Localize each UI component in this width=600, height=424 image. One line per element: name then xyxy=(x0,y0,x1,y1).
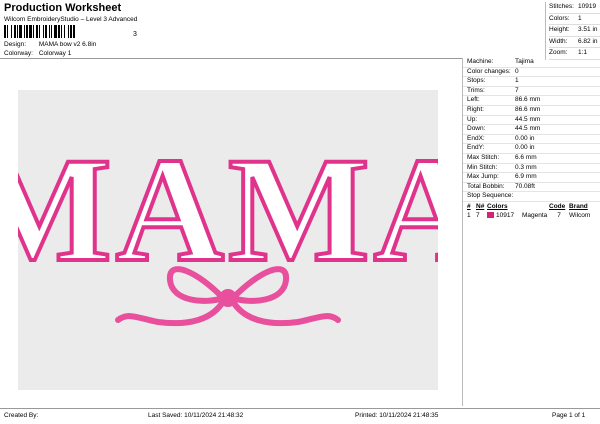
footer-created: Created By: xyxy=(4,412,39,419)
stat-value: 3.51 in xyxy=(578,26,598,33)
machine-value: 6.6 mm xyxy=(515,153,537,161)
stop-sequence-header: # N# Colors Code Brand xyxy=(463,202,600,211)
col-header: Colors xyxy=(487,202,508,210)
machine-row: Machine: Tajima xyxy=(463,58,600,68)
col-header: # xyxy=(467,202,471,210)
machine-label: Max Jump: xyxy=(467,173,499,181)
seq-code: 7 xyxy=(557,211,561,219)
machine-label: Down: xyxy=(467,125,486,133)
machine-row: Max Stitch: 6.6 mm xyxy=(463,154,600,164)
worksheet-title: Production Worksheet xyxy=(4,2,122,14)
stat-row: Stitches: 10919 xyxy=(549,2,600,14)
software-subtitle: Wilcom EmbroideryStudio – Level 3 Advanc… xyxy=(4,16,138,23)
design-value: MAMA bow v2 6.8in xyxy=(38,41,97,48)
machine-label: EndX: xyxy=(467,134,485,142)
col-header: Code xyxy=(549,202,566,210)
seq-color-name: Magenta xyxy=(522,211,548,219)
machine-value: 7 xyxy=(515,86,519,94)
machine-value: 86.6 mm xyxy=(515,96,541,104)
stat-value: 1:1 xyxy=(578,49,588,56)
footer-divider xyxy=(0,408,600,409)
stats-panel: Stitches: 10919 Colors: 1 Height: 3.51 in W… xyxy=(545,2,600,60)
machine-value: Tajima xyxy=(515,58,534,65)
colorway-row: Colorway: Colorway 1 xyxy=(4,50,71,57)
machine-label: Machine: xyxy=(467,58,494,65)
machine-label: Trims: xyxy=(467,86,485,94)
seq-stitch-count: 10917 xyxy=(496,211,515,219)
machine-row: Left: 86.6 mm xyxy=(463,96,600,106)
machine-row: Up: 44.5 mm xyxy=(463,116,600,126)
col-header: Brand xyxy=(569,202,588,210)
col-header: N# xyxy=(476,202,485,210)
machine-panel: Machine: Tajima Color changes: 0 Stops: 1 Trim… xyxy=(462,58,600,406)
stat-value: 6.82 in xyxy=(578,37,598,45)
seq-brand: Wilcom xyxy=(569,211,591,219)
machine-value: 0.00 in xyxy=(515,134,535,142)
footer-printed: Printed: 10/11/2024 21:48:35 xyxy=(355,412,439,419)
footer-page: Page 1 of 1 xyxy=(552,412,586,419)
stat-label: Width: xyxy=(549,37,568,45)
stat-label: Colors: xyxy=(549,14,570,22)
colorway-value: Colorway 1 xyxy=(38,50,72,57)
machine-label: Color changes: xyxy=(467,67,511,75)
footer-saved: Last Saved: 10/11/2024 21:48:32 xyxy=(148,412,244,419)
machine-label: Right: xyxy=(467,105,484,113)
barcode xyxy=(4,25,138,38)
machine-row: Trims: 7 xyxy=(463,87,600,97)
machine-value: 6.9 mm xyxy=(515,173,537,181)
seq-needle: 7 xyxy=(476,211,480,219)
machine-row: Right: 86.6 mm xyxy=(463,106,600,116)
barcode-mark: 3 xyxy=(133,31,137,38)
machine-label: Stops: xyxy=(467,77,486,85)
machine-value: 86.6 mm xyxy=(515,105,541,113)
stat-row: Width: 6.82 in xyxy=(549,37,600,48)
stop-sequence-label: Stop Sequence: xyxy=(463,192,600,202)
machine-row: Max Jump: 6.9 mm xyxy=(463,173,600,183)
machine-label: Min Stitch: xyxy=(467,163,498,171)
machine-row: EndX: 0.00 in xyxy=(463,135,600,145)
machine-value: 44.5 mm xyxy=(515,125,541,133)
stat-row: Height: 3.51 in xyxy=(549,25,600,37)
stat-value: 10919 xyxy=(578,3,597,10)
stat-label: Zoom: xyxy=(549,49,568,56)
machine-label: Left: xyxy=(467,96,480,104)
machine-row: Down: 44.5 mm xyxy=(463,125,600,135)
machine-value: 0 xyxy=(515,67,519,75)
machine-label: Total Bobbin: xyxy=(467,182,505,190)
stat-value: 1 xyxy=(578,14,582,22)
color-swatch xyxy=(487,212,494,219)
machine-label: Max Stitch: xyxy=(467,153,500,161)
design-row: Design: MAMA bow v2 6.8in xyxy=(4,41,96,48)
machine-value: 70.08ft xyxy=(515,182,535,190)
stop-sequence-row: 1 7 10917 Magenta 7 Wilcom xyxy=(463,211,600,220)
design-text: MAMA xyxy=(18,127,438,293)
seq-num: 1 xyxy=(467,211,471,219)
machine-value: 0.00 in xyxy=(515,144,535,152)
header-divider xyxy=(0,58,462,59)
machine-row: Stops: 1 xyxy=(463,77,600,87)
machine-row: Color changes: 0 xyxy=(463,68,600,78)
colorway-label: Colorway: xyxy=(4,50,33,57)
design-label: Design: xyxy=(4,41,27,48)
design-preview: MAMA xyxy=(0,90,484,390)
machine-value: 44.5 mm xyxy=(515,115,541,123)
machine-label: Up: xyxy=(467,115,478,123)
machine-value: 1 xyxy=(515,77,519,85)
machine-row: Min Stitch: 0.3 mm xyxy=(463,164,600,174)
design-artwork: MAMA xyxy=(0,125,484,327)
machine-row: Total Bobbin: 70.08ft xyxy=(463,183,600,193)
stat-row: Colors: 1 xyxy=(549,14,600,25)
machine-value: 0.3 mm xyxy=(515,163,537,171)
stat-label: Height: xyxy=(549,26,570,33)
machine-row: EndY: 0.00 in xyxy=(463,144,600,154)
barcode-bar xyxy=(73,25,75,38)
machine-label: EndY: xyxy=(467,144,485,152)
stat-label: Stitches: xyxy=(549,3,574,10)
